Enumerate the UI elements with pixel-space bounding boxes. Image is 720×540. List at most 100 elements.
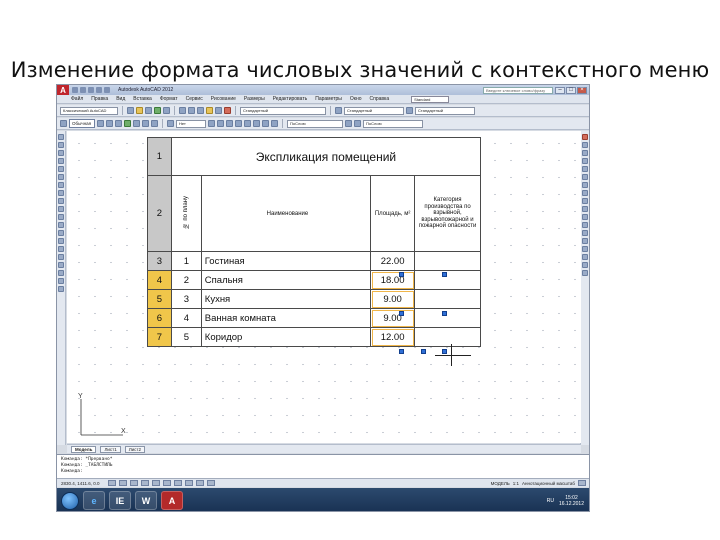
selection-grip[interactable] — [421, 349, 426, 354]
table-tool-icon[interactable] — [58, 270, 64, 276]
menu-window[interactable]: Окно — [350, 96, 362, 102]
undo-icon[interactable] — [96, 87, 102, 93]
join-tool-icon[interactable] — [582, 238, 588, 244]
clock[interactable]: 15:02 16.12.2012 — [559, 495, 584, 507]
pan-icon[interactable] — [179, 107, 186, 114]
insert-block-tool-icon[interactable] — [58, 222, 64, 228]
menu-file[interactable]: Файл — [71, 96, 83, 102]
row-insert-icon[interactable] — [167, 120, 174, 127]
open-file-icon[interactable] — [80, 87, 86, 93]
arc-tool-icon[interactable] — [58, 174, 64, 180]
circle-tool-icon[interactable] — [58, 182, 64, 188]
word-icon[interactable]: W — [135, 491, 157, 510]
menu-help[interactable]: Справка — [370, 96, 390, 102]
align-right-icon[interactable] — [151, 120, 158, 127]
cell-area-selected[interactable]: 9.00 — [370, 289, 416, 309]
cell-border-select[interactable]: Нет — [176, 119, 206, 128]
erase-tool-icon[interactable] — [582, 134, 588, 140]
design-center-icon[interactable] — [215, 107, 222, 114]
dynamic-ucs-icon[interactable] — [174, 480, 182, 486]
menu-view[interactable]: Вид — [116, 96, 125, 102]
menu-format[interactable]: Формат — [160, 96, 178, 102]
stretch-tool-icon[interactable] — [582, 198, 588, 204]
polygon-tool-icon[interactable] — [58, 158, 64, 164]
match-cell-icon[interactable] — [253, 120, 260, 127]
ellipse-tool-icon[interactable] — [58, 206, 64, 212]
scale-tool-icon[interactable] — [582, 190, 588, 196]
menu-draw[interactable]: Рисование — [211, 96, 236, 102]
linetype-icon[interactable] — [345, 120, 352, 127]
explication-table[interactable]: 1 Экспликация помещений 2 № по плану Наи… — [147, 137, 482, 347]
cell-merge-icon[interactable] — [208, 120, 215, 127]
snap-mode-icon[interactable] — [108, 480, 116, 486]
autocad-logo-icon[interactable]: A — [57, 85, 69, 95]
grid-display-icon[interactable] — [119, 480, 127, 486]
break-point-icon[interactable] — [582, 222, 588, 228]
row-number-cell[interactable]: 2 — [147, 175, 172, 252]
autocad-taskbar-icon[interactable]: A — [161, 491, 183, 510]
construction-line-icon[interactable] — [58, 142, 64, 148]
row-number-cell[interactable]: 5 — [147, 289, 172, 309]
table-row[interactable]: 5 3 Кухня 9.00 — [147, 289, 481, 309]
table-row[interactable]: 3 1 Гостиная 22.00 — [147, 251, 481, 271]
cell-number[interactable]: 4 — [170, 308, 202, 328]
spline-tool-icon[interactable] — [58, 198, 64, 204]
explode-tool-icon[interactable] — [582, 270, 588, 276]
extend-tool-icon[interactable] — [582, 214, 588, 220]
table-row[interactable]: 4 2 Спальня 18.00 — [147, 270, 481, 290]
selection-grip[interactable] — [399, 311, 404, 316]
header-area[interactable]: Площадь, м² — [370, 175, 416, 252]
quick-properties-icon[interactable] — [207, 480, 215, 486]
cell-category[interactable] — [414, 251, 481, 271]
underline-icon[interactable] — [115, 120, 122, 127]
align-center-icon[interactable] — [142, 120, 149, 127]
internet-explorer-icon[interactable]: e — [83, 491, 105, 510]
insert-field-icon[interactable] — [235, 120, 242, 127]
text-format-icon[interactable] — [60, 120, 67, 127]
annotation-scale-label[interactable]: Аннотационный масштаб — [522, 481, 575, 486]
redo-icon[interactable] — [104, 87, 110, 93]
copy-tool-icon[interactable] — [582, 142, 588, 148]
table-header-row[interactable]: 2 № по плану Наименование Площадь, м² Ка… — [147, 175, 481, 252]
close-icon[interactable]: × — [577, 86, 587, 94]
language-indicator[interactable]: RU — [547, 498, 554, 504]
ellipse-arc-icon[interactable] — [58, 214, 64, 220]
menu-tools[interactable]: Сервис — [186, 96, 203, 102]
cell-category[interactable] — [414, 289, 481, 309]
table-row[interactable]: 7 5 Коридор 12.00 — [147, 327, 481, 347]
tab-layout1[interactable]: Лист1 — [100, 445, 121, 453]
offset-tool-icon[interactable] — [582, 158, 588, 164]
zoom-icon[interactable] — [188, 107, 195, 114]
row-number-cell[interactable]: 1 — [147, 137, 172, 176]
insert-block-icon[interactable] — [226, 120, 233, 127]
cell-name[interactable]: Коридор — [200, 327, 372, 347]
text-style-combo[interactable]: Standard — [411, 95, 450, 103]
rotate-tool-icon[interactable] — [582, 182, 588, 188]
tool-palette-icon[interactable] — [224, 107, 231, 114]
lock-icon[interactable] — [154, 107, 161, 114]
polyline-tool-icon[interactable] — [58, 150, 64, 156]
link-cell-icon[interactable] — [262, 120, 269, 127]
line-tool-icon[interactable] — [58, 134, 64, 140]
header-number[interactable]: № по плану — [170, 175, 202, 252]
cell-category[interactable] — [414, 308, 481, 328]
cell-format-icon[interactable] — [217, 120, 224, 127]
formula-icon[interactable] — [244, 120, 251, 127]
plot-style-select[interactable]: ПоСлою — [363, 119, 423, 128]
cell-number[interactable]: 2 — [170, 270, 202, 290]
zoom-window-icon[interactable] — [197, 107, 204, 114]
sun-icon[interactable] — [145, 107, 152, 114]
array-tool-icon[interactable] — [582, 166, 588, 172]
cell-number[interactable]: 5 — [170, 327, 202, 347]
lineweight-icon[interactable] — [354, 120, 361, 127]
cell-name[interactable]: Кухня — [200, 289, 372, 309]
point-tool-icon[interactable] — [58, 238, 64, 244]
mtext-tool-icon[interactable] — [58, 278, 64, 284]
properties-icon[interactable] — [206, 107, 213, 114]
cell-number[interactable]: 1 — [170, 251, 202, 271]
layer-properties-icon[interactable] — [127, 107, 134, 114]
selection-grip[interactable] — [442, 349, 447, 354]
header-category[interactable]: Категория производства по взрывной, взры… — [414, 175, 481, 252]
light-bulb-icon[interactable] — [136, 107, 143, 114]
annotation-scale[interactable]: 1:1 — [513, 481, 519, 486]
